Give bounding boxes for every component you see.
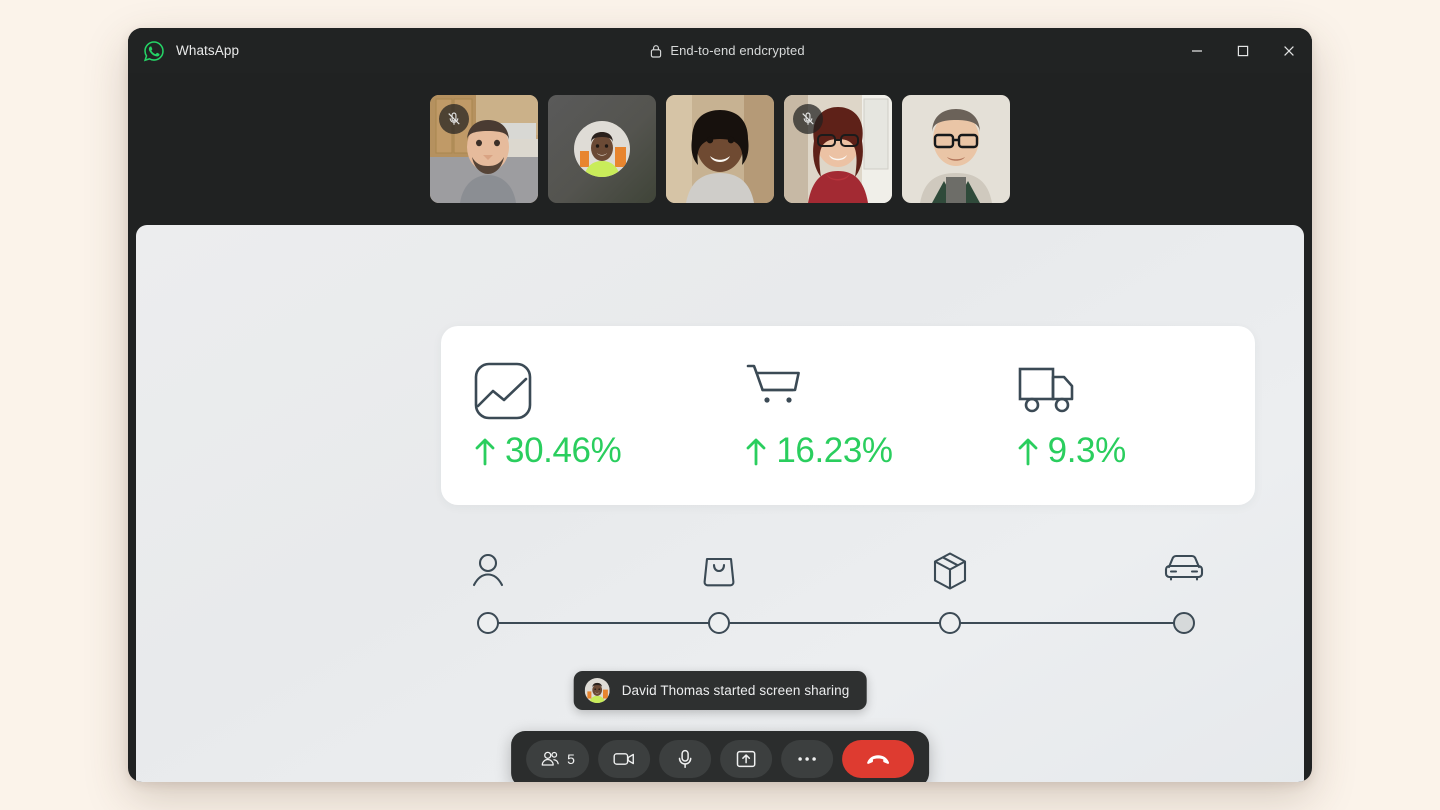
mic-off-icon bbox=[800, 111, 816, 127]
avatar bbox=[584, 678, 610, 703]
screen-share-icon bbox=[736, 750, 756, 768]
stepper-icons bbox=[472, 545, 1204, 595]
participants-button[interactable]: 5 bbox=[526, 740, 589, 778]
microphone-icon bbox=[676, 749, 694, 769]
stat-item: 9.3% bbox=[984, 326, 1255, 505]
stat-value-text: 9.3% bbox=[1047, 431, 1127, 470]
mic-off-icon bbox=[446, 111, 462, 127]
minimize-icon bbox=[1190, 44, 1204, 58]
minimize-button[interactable] bbox=[1174, 28, 1220, 73]
stepper-dot[interactable] bbox=[1173, 612, 1195, 634]
stepper-track bbox=[488, 622, 1184, 624]
stat-value-text: 30.46% bbox=[505, 431, 622, 470]
participant-tile[interactable] bbox=[666, 95, 774, 203]
whatsapp-window: WhatsApp End-to-end endcrypted 30.46% 16… bbox=[128, 28, 1312, 782]
close-button[interactable] bbox=[1266, 28, 1312, 73]
lock-icon bbox=[650, 44, 662, 58]
participant-tile[interactable] bbox=[548, 95, 656, 203]
car-icon bbox=[1163, 551, 1205, 585]
end-call-button[interactable] bbox=[841, 740, 914, 778]
participant-tile[interactable] bbox=[902, 95, 1010, 203]
whatsapp-logo-icon bbox=[143, 40, 165, 62]
stat-value-text: 16.23% bbox=[776, 431, 893, 470]
stat-value: 16.23% bbox=[745, 431, 893, 471]
stat-value: 9.3% bbox=[1017, 431, 1126, 471]
shopping-bag-icon bbox=[702, 551, 736, 589]
stepper-dot[interactable] bbox=[477, 612, 499, 634]
participant-video bbox=[902, 95, 1010, 203]
user-icon bbox=[471, 551, 505, 589]
microphone-button[interactable] bbox=[658, 740, 711, 778]
close-icon bbox=[1282, 44, 1296, 58]
ellipsis-icon bbox=[797, 756, 817, 762]
toast-message: David Thomas started screen sharing bbox=[621, 683, 850, 698]
avatar bbox=[574, 121, 630, 177]
image-chart-icon bbox=[474, 360, 532, 422]
participant-tile[interactable] bbox=[784, 95, 892, 203]
maximize-button[interactable] bbox=[1220, 28, 1266, 73]
phone-hangup-icon bbox=[865, 752, 891, 766]
stats-card: 30.46% 16.23% 9.3% bbox=[441, 326, 1255, 505]
order-progress-stepper bbox=[472, 545, 1204, 635]
maximize-icon bbox=[1236, 44, 1250, 58]
app-title: WhatsApp bbox=[176, 43, 240, 58]
stat-item: 16.23% bbox=[712, 326, 983, 505]
mute-badge bbox=[439, 104, 469, 134]
shopping-cart-icon bbox=[745, 360, 803, 422]
participant-tile[interactable] bbox=[430, 95, 538, 203]
people-icon bbox=[540, 750, 560, 768]
stepper-dot[interactable] bbox=[939, 612, 961, 634]
title-bar-left: WhatsApp bbox=[128, 40, 443, 62]
screen-root: WhatsApp End-to-end endcrypted 30.46% 16… bbox=[0, 0, 1440, 810]
screen-share-toast: David Thomas started screen sharing bbox=[573, 671, 867, 710]
mute-badge bbox=[793, 104, 823, 134]
encryption-label: End-to-end endcrypted bbox=[670, 43, 805, 58]
stepper-dot[interactable] bbox=[708, 612, 730, 634]
video-camera-icon bbox=[613, 751, 635, 767]
encryption-indicator: End-to-end endcrypted bbox=[443, 43, 1012, 58]
call-control-bar: 5 bbox=[511, 731, 929, 782]
participant-video bbox=[666, 95, 774, 203]
package-box-icon bbox=[931, 551, 969, 591]
arrow-up-icon bbox=[745, 436, 767, 466]
arrow-up-icon bbox=[474, 436, 496, 466]
camera-button[interactable] bbox=[597, 740, 650, 778]
arrow-up-icon bbox=[1017, 436, 1039, 466]
title-bar: WhatsApp End-to-end endcrypted bbox=[128, 28, 1312, 73]
stat-value: 30.46% bbox=[474, 431, 622, 471]
window-controls bbox=[1012, 28, 1312, 73]
participant-filmstrip bbox=[128, 73, 1312, 225]
more-options-button[interactable] bbox=[780, 740, 833, 778]
share-screen-button[interactable] bbox=[719, 740, 772, 778]
stat-item: 30.46% bbox=[441, 326, 712, 505]
delivery-truck-icon bbox=[1017, 360, 1083, 422]
participant-count: 5 bbox=[567, 751, 575, 767]
